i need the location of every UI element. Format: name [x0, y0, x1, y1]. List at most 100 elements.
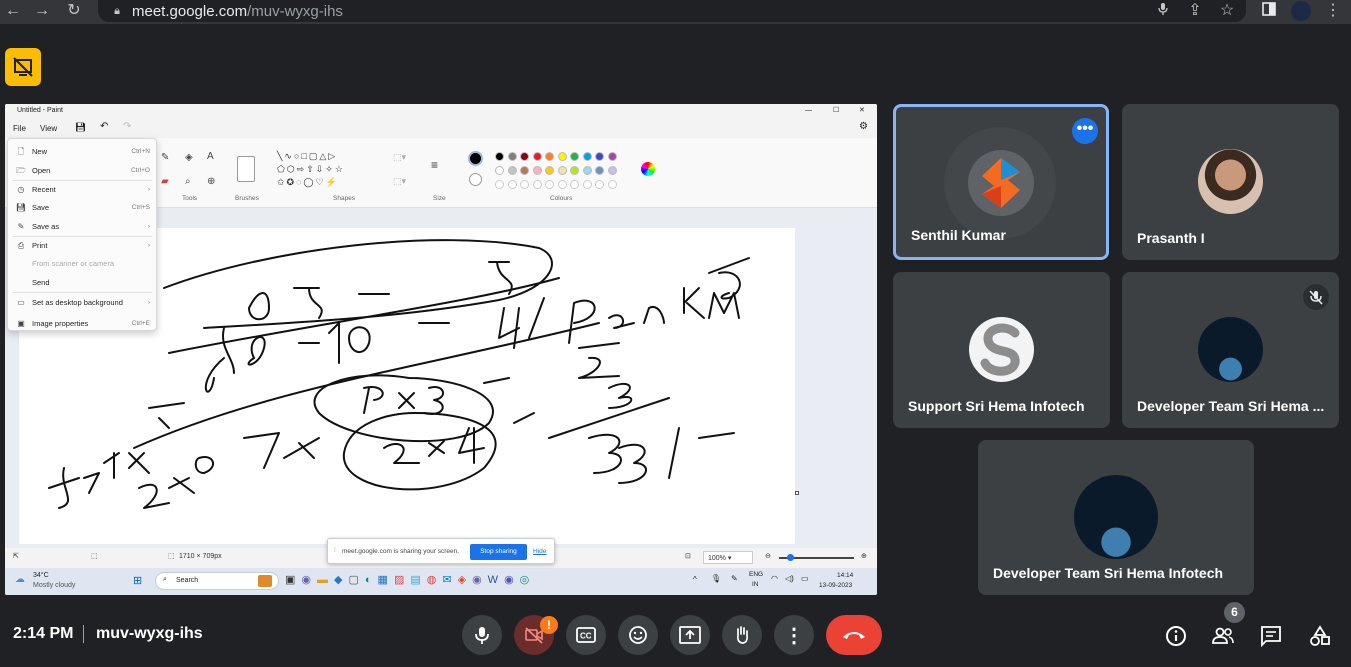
empty-color-swatch[interactable] — [520, 180, 529, 189]
chrome-icon[interactable]: ◍ — [427, 574, 443, 586]
activities-button[interactable] — [1306, 622, 1334, 650]
minimize-icon[interactable]: — — [805, 104, 812, 118]
brushes-button[interactable] — [237, 156, 255, 182]
anydesk-icon[interactable]: ◈ — [458, 574, 472, 586]
empty-color-swatch[interactable] — [495, 180, 504, 189]
participant-tile-prasanth[interactable]: Prasanth I — [1122, 104, 1339, 260]
more-options-icon[interactable]: ••• — [1072, 118, 1098, 144]
tray-chevron-icon[interactable]: ^ — [693, 575, 697, 584]
color-picker-icon[interactable]: ⌕ — [185, 176, 191, 187]
paint-icon[interactable]: ◎ — [520, 574, 536, 586]
file-menu-item[interactable]: ⎙ Print › — [8, 237, 156, 255]
more-menu-icon[interactable]: ⋮ — [1324, 2, 1342, 20]
color-swatch[interactable] — [507, 152, 517, 161]
file-menu-item[interactable]: ◷ Recent › — [8, 181, 156, 199]
people-button[interactable] — [1209, 622, 1237, 650]
color-swatch[interactable] — [607, 166, 617, 175]
edge-icon[interactable]: ◐ — [365, 574, 378, 586]
color-swatch[interactable] — [582, 152, 592, 161]
meeting-details-button[interactable] — [1162, 622, 1190, 650]
profile-avatar[interactable] — [1291, 1, 1311, 21]
fill-icon[interactable]: ⬚▾ — [393, 176, 406, 187]
clock-date[interactable]: 13-09-2023 — [819, 582, 852, 589]
file-menu-item[interactable]: Send — [8, 274, 156, 292]
color-swatch[interactable] — [495, 166, 504, 175]
color-swatch[interactable] — [520, 166, 529, 175]
file-explorer-icon[interactable]: ▬ — [317, 574, 334, 586]
reactions-button[interactable] — [618, 615, 658, 655]
teams-chat-icon[interactable]: ◉ — [504, 574, 520, 586]
empty-color-swatch[interactable] — [607, 180, 617, 189]
color-swatch[interactable] — [545, 166, 554, 175]
participant-tile-developer-1[interactable]: Developer Team Sri Hema ... — [1122, 272, 1339, 428]
empty-color-swatch[interactable] — [557, 180, 567, 189]
taskbar-search[interactable]: ⌕ Search — [155, 572, 279, 590]
shapes-gallery[interactable]: ╲∿○□▢△▷ ⬠⬡⇨⇧⇩✧☆ ✩✪◌◯♡⚡ — [277, 150, 381, 188]
side-panel-icon[interactable] — [1260, 2, 1278, 20]
empty-color-swatch[interactable] — [570, 180, 579, 189]
leave-call-button[interactable] — [826, 615, 882, 655]
presenting-indicator-icon[interactable] — [5, 48, 41, 86]
volume-icon[interactable]: ◁) — [785, 574, 794, 583]
file-menu-item[interactable]: ✎ Save as › — [8, 218, 156, 236]
language-top[interactable]: ENG — [749, 571, 763, 578]
file-menu-item[interactable]: ▭ Set as desktop background › — [8, 294, 156, 312]
file-menu-item[interactable]: 🗋 New Ctrl+N — [8, 143, 156, 161]
forward-arrow-icon[interactable]: → — [33, 2, 51, 20]
outline-icon[interactable]: ⬚▾ — [393, 152, 406, 163]
color-swatch[interactable] — [582, 166, 592, 175]
color-swatch[interactable] — [495, 152, 504, 161]
fit-window-icon[interactable]: ⊡ — [685, 552, 691, 560]
zoom-out-icon[interactable]: ⊖ — [765, 552, 771, 560]
text-tool-icon[interactable]: A — [207, 151, 214, 162]
app-icon[interactable]: ▢ — [348, 574, 364, 586]
size-icon[interactable]: ≡ — [431, 158, 438, 172]
close-icon[interactable]: ✕ — [859, 104, 865, 118]
color-swatch[interactable] — [507, 166, 517, 175]
vscode-icon[interactable]: ◆ — [334, 574, 348, 586]
filezilla-icon[interactable]: ▨ — [394, 574, 410, 586]
redo-icon[interactable]: ↷ — [123, 121, 131, 132]
participant-tile-senthil[interactable]: ••• Senthil Kumar — [893, 104, 1109, 260]
drag-handle-icon[interactable]: ⁞ — [334, 547, 336, 554]
language-bottom[interactable]: IN — [752, 581, 759, 588]
save-icon[interactable]: 💾︎ — [75, 122, 86, 133]
color-swatch[interactable] — [545, 152, 554, 161]
color-swatch[interactable] — [595, 152, 604, 161]
zoom-slider-thumb[interactable] — [787, 554, 794, 561]
magnifier-icon[interactable]: ⊕ — [207, 176, 215, 187]
more-options-button[interactable]: ⋮ — [774, 615, 814, 655]
edit-colors-icon[interactable] — [641, 162, 655, 176]
fill-bucket-icon[interactable]: ◈ — [185, 152, 193, 163]
primary-color-swatch[interactable] — [468, 151, 483, 166]
captions-button[interactable]: CC — [566, 615, 606, 655]
raise-hand-button[interactable] — [722, 615, 762, 655]
participant-tile-support[interactable]: Support Sri Hema Infotech — [893, 272, 1110, 428]
participant-tile-developer-2[interactable]: Developer Team Sri Hema Infotech — [978, 440, 1254, 595]
word-icon[interactable]: W — [488, 574, 504, 586]
canvas-resize-handle[interactable] — [795, 491, 799, 495]
teams-work-icon[interactable]: ◉ — [472, 574, 488, 586]
microphone-in-use-icon[interactable] — [1154, 2, 1172, 20]
weather-description[interactable]: Mostly cloudy — [33, 582, 75, 589]
color-swatch[interactable] — [595, 166, 604, 175]
eraser-icon[interactable]: ▰ — [161, 176, 169, 187]
file-menu-item[interactable]: 💾︎ Save Ctrl+S — [8, 199, 156, 217]
tray-pen-icon[interactable]: ✎ — [731, 574, 738, 583]
store-icon[interactable]: ▦ — [378, 574, 394, 586]
empty-color-swatch[interactable] — [507, 180, 517, 189]
share-icon[interactable]: ⇪ — [1186, 2, 1204, 20]
hide-link[interactable]: Hide — [533, 548, 546, 555]
color-swatch[interactable] — [570, 166, 579, 175]
lock-icon[interactable]: 🔒︎ — [108, 2, 126, 20]
maximize-icon[interactable]: ☐ — [833, 104, 839, 118]
battery-icon[interactable]: ▭ — [801, 574, 809, 583]
notepad-icon[interactable]: ▤ — [410, 574, 426, 586]
color-swatch[interactable] — [557, 152, 567, 161]
tray-mic-icon[interactable]: 🎙︎ — [711, 574, 721, 583]
settings-gear-icon[interactable]: ⚙ — [859, 121, 868, 132]
menu-file[interactable]: File — [13, 124, 26, 133]
present-screen-button[interactable] — [670, 615, 710, 655]
bookmark-star-icon[interactable]: ☆ — [1218, 2, 1236, 20]
back-arrow-icon[interactable]: ← — [4, 2, 22, 20]
